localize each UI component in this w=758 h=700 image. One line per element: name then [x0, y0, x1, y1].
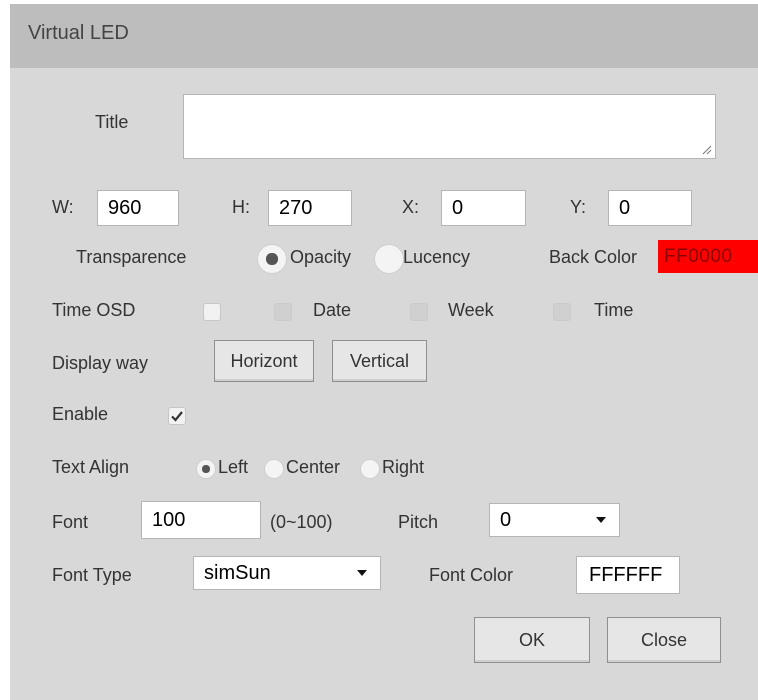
enable-checkbox[interactable] [168, 407, 186, 425]
back-color-label: Back Color [549, 247, 638, 267]
align-left-radio[interactable] [196, 459, 216, 479]
align-center-radio[interactable] [264, 459, 284, 479]
h-label: H: [232, 197, 250, 217]
time-osd-label: Time OSD [52, 300, 136, 320]
y-label: Y: [570, 197, 587, 217]
week-checkbox[interactable] [410, 303, 428, 321]
back-color-value: FF0000 [664, 245, 733, 267]
chevron-down-icon [596, 517, 606, 523]
align-right-label: Right [382, 457, 425, 477]
pitch-select[interactable]: 0 [489, 503, 620, 537]
font-type-select[interactable]: simSun [193, 556, 381, 590]
pitch-label: Pitch [398, 512, 439, 532]
x-value: 0 [452, 196, 464, 219]
x-input[interactable]: 0 [441, 190, 526, 226]
time-checkbox[interactable] [553, 303, 571, 321]
font-type-label: Font Type [52, 565, 132, 585]
time-label: Time [594, 300, 634, 320]
w-label: W: [52, 197, 74, 217]
vertical-button[interactable]: Vertical [332, 340, 427, 382]
font-range-label: (0~100) [270, 512, 333, 532]
font-type-value: simSun [204, 561, 271, 584]
ok-button[interactable]: OK [474, 617, 590, 663]
date-label: Date [313, 300, 352, 320]
font-color-label: Font Color [429, 565, 514, 585]
ok-button-label: OK [518, 629, 545, 650]
x-label: X: [402, 197, 420, 217]
opacity-label: Opacity [290, 247, 352, 267]
checkmark-icon [171, 411, 183, 422]
width-value: 960 [108, 196, 142, 219]
y-input[interactable]: 0 [608, 190, 692, 226]
height-input[interactable]: 270 [268, 190, 352, 226]
close-button-label: Close [640, 629, 688, 650]
lucency-label: Lucency [403, 247, 471, 267]
align-left-label: Left [218, 457, 249, 477]
resize-grip-icon[interactable] [702, 145, 712, 155]
title-label: Title [95, 112, 129, 132]
font-size-value: 100 [152, 508, 186, 531]
font-size-input[interactable]: 100 [141, 501, 261, 539]
font-color-input[interactable]: FFFFFF [576, 556, 680, 594]
font-color-value: FFFFFF [589, 563, 663, 586]
font-label: Font [52, 512, 89, 532]
height-value: 270 [279, 196, 313, 219]
date-checkbox[interactable] [274, 303, 292, 321]
chevron-down-icon [357, 570, 367, 576]
lucency-radio[interactable] [374, 244, 404, 274]
horizontal-button-label: Horizont [230, 350, 298, 371]
week-label: Week [448, 300, 494, 320]
align-center-label: Center [286, 457, 341, 477]
dialog-titlebar: Virtual LED [10, 4, 758, 68]
time-osd-checkbox[interactable] [203, 303, 221, 321]
opacity-radio[interactable] [257, 244, 287, 274]
enable-label: Enable [52, 404, 109, 424]
horizontal-button[interactable]: Horizont [214, 340, 314, 382]
title-textarea[interactable] [183, 94, 716, 159]
pitch-value: 0 [500, 508, 512, 531]
dialog-title: Virtual LED [28, 22, 129, 44]
vertical-button-label: Vertical [349, 350, 410, 371]
close-button[interactable]: Close [607, 617, 721, 663]
width-input[interactable]: 960 [97, 190, 179, 226]
align-right-radio[interactable] [360, 459, 380, 479]
y-value: 0 [619, 196, 631, 219]
back-color-swatch[interactable]: FF0000 [658, 240, 758, 273]
text-align-label: Text Align [52, 457, 130, 477]
transparence-label: Transparence [76, 247, 187, 267]
display-way-label: Display way [52, 353, 149, 373]
